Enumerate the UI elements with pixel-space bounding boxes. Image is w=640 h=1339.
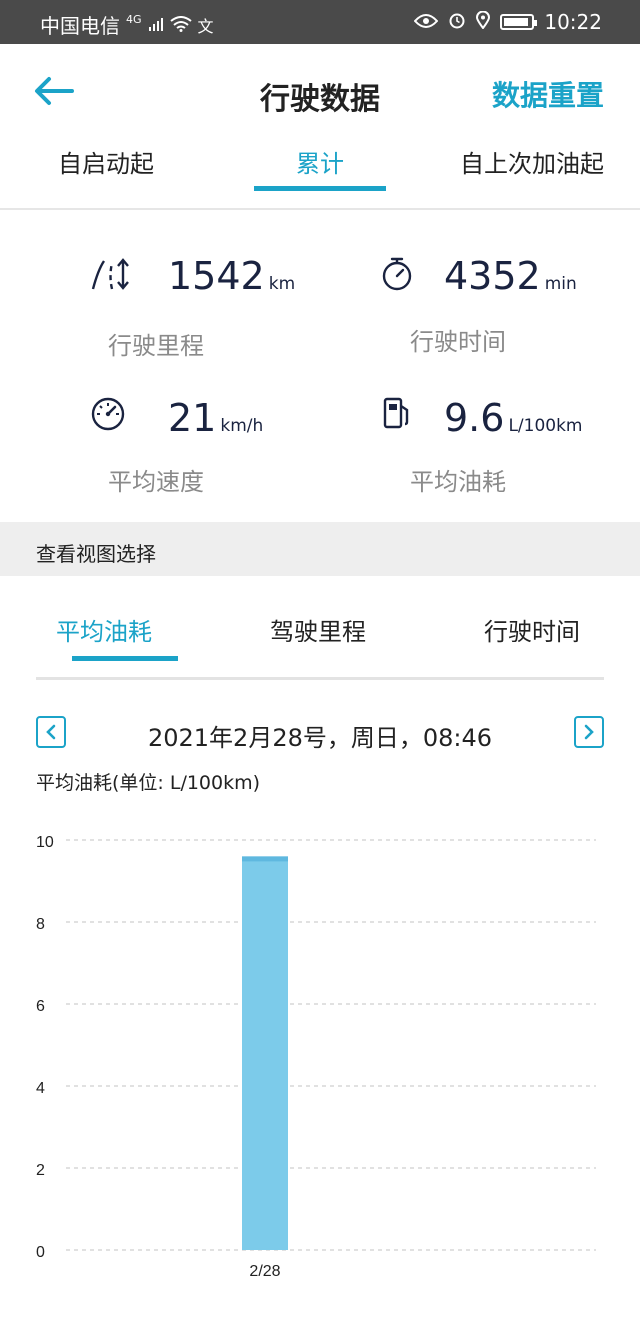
distance-value: 1542 bbox=[168, 254, 265, 298]
y-tick-label: 0 bbox=[36, 1244, 45, 1261]
time-unit: min bbox=[544, 274, 577, 294]
y-tick-label: 4 bbox=[36, 1080, 45, 1097]
carrier-label: 中国电信 bbox=[40, 14, 120, 38]
bar-top-edge bbox=[242, 856, 288, 862]
network-label: 4G bbox=[126, 13, 142, 26]
speed-label: 平均速度 bbox=[108, 468, 204, 496]
time-value-row: 4352 min bbox=[444, 254, 577, 298]
date-navigator: 2021年2月28号，周日，08:46 bbox=[36, 712, 604, 752]
tab-avg-fuel[interactable]: 平均油耗 bbox=[56, 612, 152, 647]
y-tick-label: 10 bbox=[36, 834, 54, 851]
speed-value: 21 bbox=[168, 396, 217, 440]
tab-cumulative[interactable]: 累计 bbox=[296, 144, 344, 179]
section-title: 查看视图选择 bbox=[36, 542, 156, 566]
y-tick-label: 2 bbox=[36, 1162, 45, 1179]
battery-icon bbox=[500, 14, 538, 30]
tab-driving-time[interactable]: 行驶时间 bbox=[484, 612, 580, 647]
distance-value-row: 1542 km bbox=[168, 254, 295, 298]
view-tab-indicator bbox=[72, 656, 178, 661]
signal-icon bbox=[148, 13, 164, 37]
next-date-button[interactable] bbox=[574, 716, 604, 748]
active-tab-indicator bbox=[254, 186, 386, 191]
view-tabs: 平均油耗 驾驶里程 行驶时间 bbox=[36, 576, 604, 680]
tab-driving-distance[interactable]: 驾驶里程 bbox=[270, 612, 366, 647]
fuel-value: 9.6 bbox=[444, 396, 505, 440]
chart-caption: 平均油耗(单位: L/100km) bbox=[36, 772, 261, 794]
status-bar: 中国电信 4G 文 10:22 bbox=[0, 0, 640, 44]
location-icon bbox=[476, 10, 491, 34]
fuel-unit: L/100km bbox=[508, 416, 583, 436]
fuel-label: 平均油耗 bbox=[410, 468, 506, 496]
speed-unit: km/h bbox=[220, 416, 264, 436]
fuel-value-row: 9.6 L/100km bbox=[444, 396, 583, 440]
y-tick-label: 8 bbox=[36, 916, 45, 933]
alarm-icon bbox=[448, 10, 466, 34]
x-tick-label: 2/28 bbox=[249, 1263, 280, 1280]
chart-svg: 0 2 4 6 8 10 2/28 bbox=[36, 834, 596, 1280]
status-left: 中国电信 4G 文 bbox=[40, 10, 214, 39]
speedometer-icon bbox=[90, 396, 126, 432]
tab-since-start[interactable]: 自启动起 bbox=[58, 144, 154, 179]
eye-icon bbox=[414, 10, 439, 34]
date-label: 2021年2月28号，周日，08:46 bbox=[147, 724, 493, 752]
y-tick-label: 6 bbox=[36, 998, 45, 1015]
wifi-icon bbox=[169, 13, 192, 37]
reset-data-button[interactable]: 数据重置 bbox=[492, 74, 604, 114]
stopwatch-icon bbox=[380, 256, 416, 292]
fuel-pump-icon bbox=[382, 396, 418, 432]
fuel-bar-chart: 0 2 4 6 8 10 2/28 bbox=[0, 820, 640, 1300]
speed-value-row: 21 km/h bbox=[168, 396, 263, 440]
distance-label: 行驶里程 bbox=[108, 332, 204, 360]
time-label: 行驶时间 bbox=[410, 328, 506, 356]
distance-unit: km bbox=[268, 274, 296, 294]
view-selection-header: 查看视图选择 bbox=[0, 522, 640, 576]
status-right: 10:22 bbox=[414, 10, 602, 34]
time-value: 4352 bbox=[444, 254, 541, 298]
app-header: 行驶数据 数据重置 bbox=[0, 44, 640, 144]
period-tabs: 自启动起 累计 自上次加油起 bbox=[0, 140, 640, 210]
bar bbox=[242, 856, 288, 1250]
translate-indicator: 文 bbox=[197, 16, 214, 36]
clock: 10:22 bbox=[544, 10, 602, 34]
stats-panel: 1542 km 行驶里程 4352 min 行驶时间 21 km/h 平均速度 9.6… bbox=[0, 210, 640, 522]
road-icon bbox=[90, 256, 129, 292]
tab-since-refuel[interactable]: 自上次加油起 bbox=[460, 144, 604, 179]
